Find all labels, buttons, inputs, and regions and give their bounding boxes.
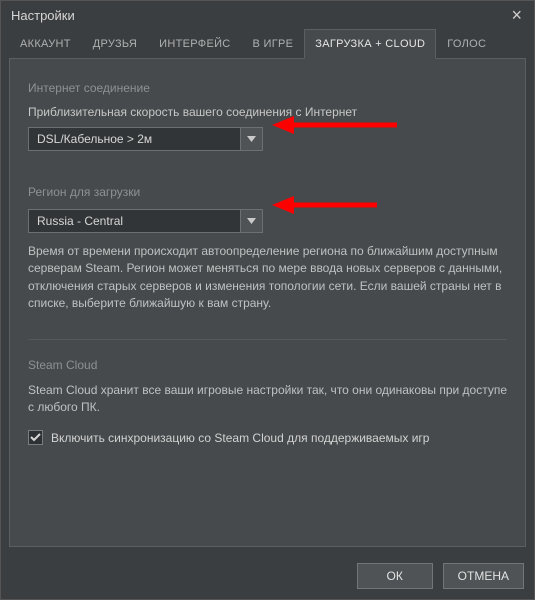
close-icon[interactable]: × (507, 6, 526, 24)
region-heading: Регион для загрузки (28, 185, 507, 199)
cloud-heading: Steam Cloud (28, 358, 507, 372)
divider (28, 339, 507, 340)
settings-panel: Интернет соединение Приблизительная скор… (9, 58, 526, 547)
tab-ingame[interactable]: В ИГРЕ (242, 29, 305, 59)
tab-voice[interactable]: ГОЛОС (436, 29, 497, 59)
cloud-sync-checkbox-row[interactable]: Включить синхронизацию со Steam Cloud дл… (28, 430, 507, 445)
download-region-dropdown[interactable]: Russia - Central (28, 209, 263, 233)
chevron-down-icon (240, 128, 262, 150)
tab-label: В ИГРЕ (253, 38, 294, 50)
tab-interface[interactable]: ИНТЕРФЕЙС (148, 29, 241, 59)
tab-label: ЗАГРУЗКА + CLOUD (315, 38, 425, 50)
tab-label: ИНТЕРФЕЙС (159, 38, 230, 50)
cloud-description: Steam Cloud хранит все ваши игровые наст… (28, 382, 507, 417)
dialog-footer: ОК ОТМЕНА (1, 555, 534, 599)
tab-label: АККАУНТ (20, 38, 71, 50)
internet-heading: Интернет соединение (28, 81, 507, 95)
download-region-value: Russia - Central (29, 214, 240, 228)
window-title: Настройки (11, 8, 75, 23)
tab-label: ГОЛОС (447, 38, 486, 50)
cancel-button[interactable]: ОТМЕНА (443, 563, 524, 589)
button-label: ОК (386, 569, 402, 583)
connection-speed-label: Приблизительная скорость вашего соединен… (28, 105, 507, 119)
tab-friends[interactable]: ДРУЗЬЯ (82, 29, 148, 59)
chevron-down-icon (240, 210, 262, 232)
connection-speed-dropdown[interactable]: DSL/Кабельное > 2м (28, 127, 263, 151)
button-label: ОТМЕНА (458, 569, 509, 583)
connection-speed-value: DSL/Кабельное > 2м (29, 132, 240, 146)
tab-label: ДРУЗЬЯ (93, 38, 137, 50)
titlebar: Настройки × (1, 1, 534, 29)
tab-account[interactable]: АККАУНТ (9, 29, 82, 59)
region-help-text: Время от времени происходит автоопределе… (28, 243, 507, 313)
tab-downloads-cloud[interactable]: ЗАГРУЗКА + CLOUD (304, 29, 436, 59)
cloud-sync-label: Включить синхронизацию со Steam Cloud дл… (51, 431, 429, 445)
tab-bar: АККАУНТ ДРУЗЬЯ ИНТЕРФЕЙС В ИГРЕ ЗАГРУЗКА… (1, 29, 534, 59)
settings-window: Настройки × АККАУНТ ДРУЗЬЯ ИНТЕРФЕЙС В И… (0, 0, 535, 600)
checkbox-checked-icon[interactable] (28, 430, 43, 445)
ok-button[interactable]: ОК (357, 563, 433, 589)
